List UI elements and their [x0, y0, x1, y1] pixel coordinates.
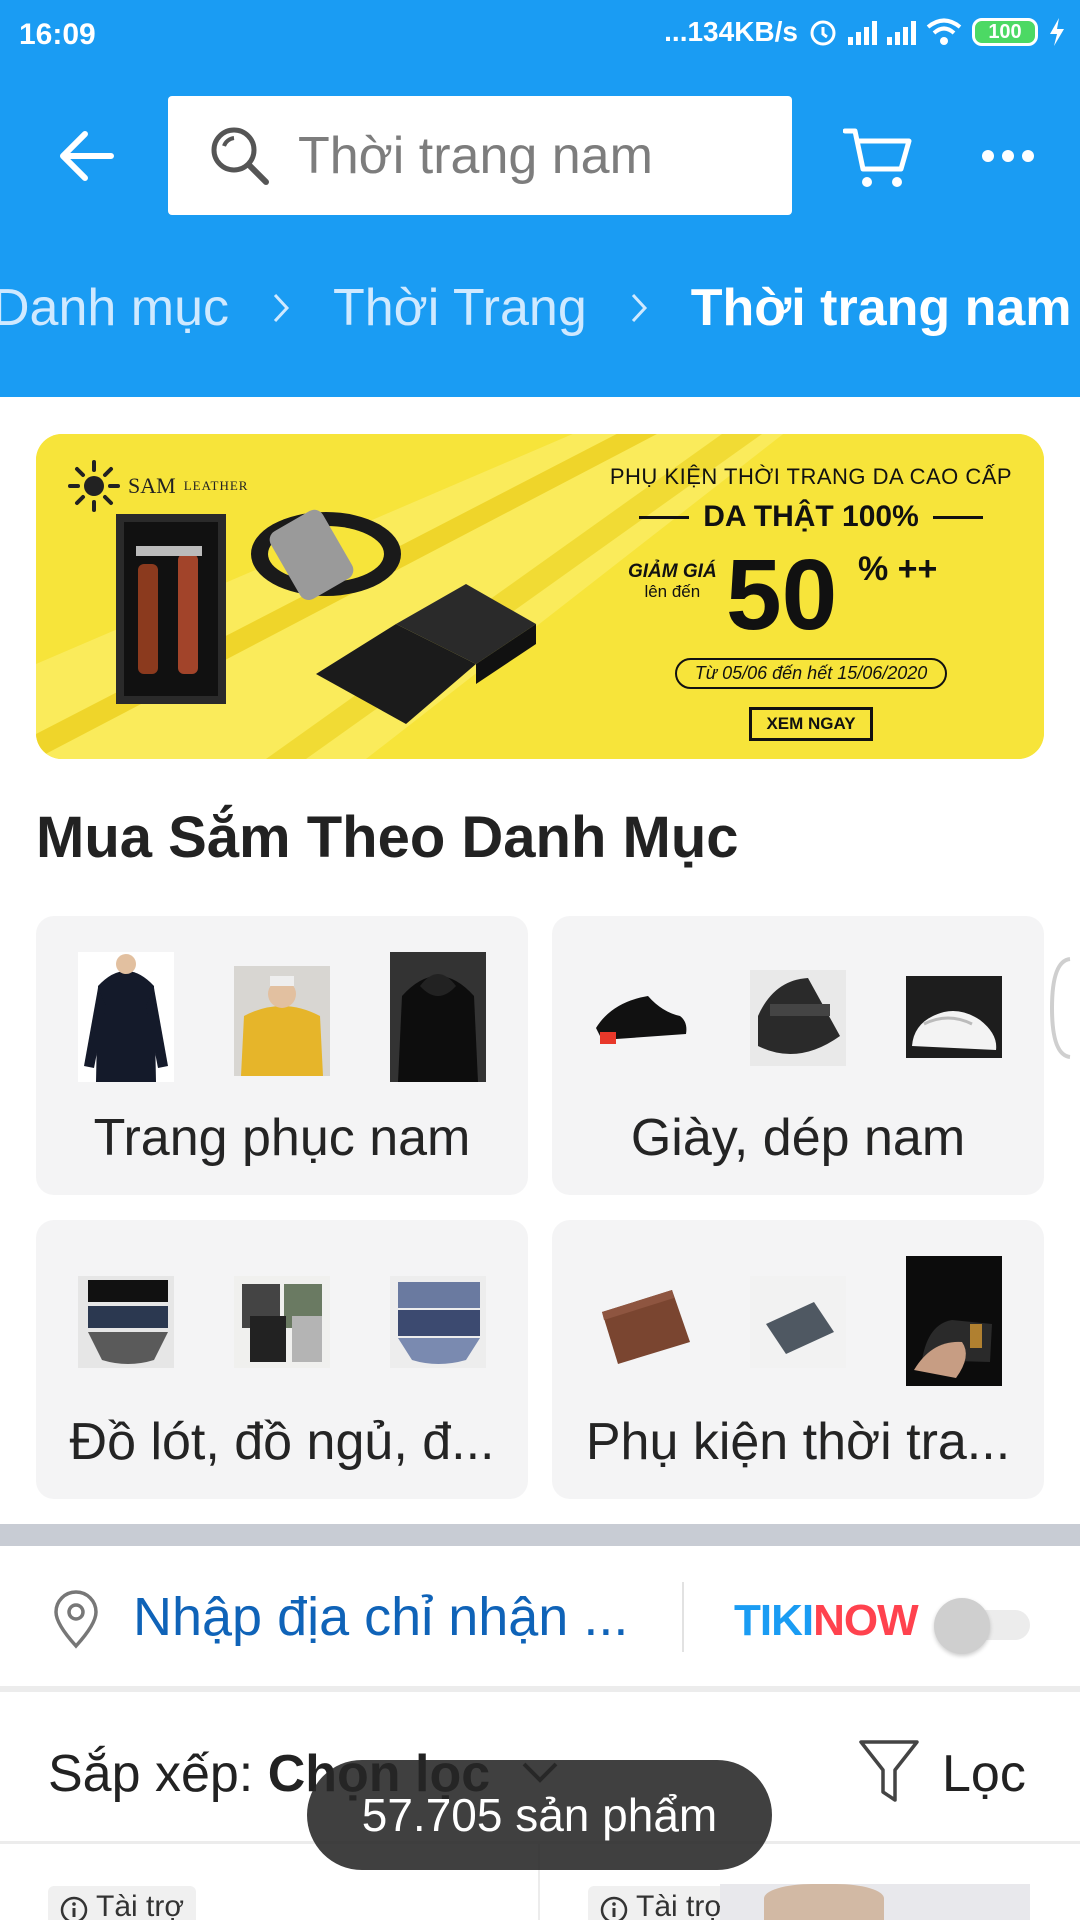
discount-sub: lên đến: [644, 582, 701, 601]
sponsored-badge: Tài trợ: [588, 1886, 737, 1920]
banner-date-range: Từ 05/06 đến hết 15/06/2020: [674, 658, 948, 689]
category-card-do-lot[interactable]: Đồ lót, đồ ngủ, đ...: [36, 1220, 528, 1499]
toggle-knob: [934, 1598, 990, 1654]
underwear-thumbnails: [78, 1276, 486, 1368]
wifi-icon: [926, 18, 962, 45]
breadcrumb-item-danh-muc[interactable]: Danh mục: [0, 278, 229, 338]
info-icon: [60, 1896, 88, 1920]
promo-banner[interactable]: SAM LEATHER PHỤ KIỆN THỜI TRANG DA CAO C…: [36, 434, 1044, 759]
network-speed: ...134KB/s: [664, 16, 798, 47]
chevron-right-icon: [273, 293, 290, 323]
cart-icon[interactable]: [843, 125, 913, 191]
sort-label: Sắp xếp:: [48, 1745, 268, 1803]
breadcrumb-item-thoi-trang[interactable]: Thời Trang: [333, 278, 587, 338]
breadcrumb-item-current: Thời trang nam: [690, 279, 1072, 337]
status-icons: ...134KB/s 100: [664, 16, 1066, 48]
vertical-divider: [682, 1582, 684, 1652]
address-input-link[interactable]: Nhập địa chỉ nhận ...: [133, 1586, 628, 1648]
sun-logo-icon: [68, 460, 120, 512]
category-label: Đồ lót, đồ ngủ, đ...: [69, 1413, 495, 1471]
status-time: 16:09: [19, 18, 96, 51]
battery-icon: 100: [972, 18, 1038, 46]
product-image[interactable]: [720, 1884, 1030, 1920]
categories-title: Mua Sắm Theo Danh Mục: [36, 805, 739, 870]
signal-icon: [887, 19, 916, 45]
sponsored-badge: Tài trợ: [48, 1886, 197, 1920]
back-arrow-icon[interactable]: [55, 128, 115, 184]
address-bar: Nhập địa chỉ nhận ... TIKINOW: [0, 1546, 1080, 1692]
status-bar: 16:09 ...134KB/s 100: [0, 0, 1080, 74]
category-label: Phụ kiện thời tra...: [585, 1413, 1011, 1471]
section-divider: [0, 1524, 1080, 1546]
app-header: 16:09 ...134KB/s 100 Danh mục Thời Tran: [0, 0, 1080, 397]
signal-icon: [848, 19, 877, 45]
filter-icon[interactable]: [858, 1738, 920, 1804]
discount-value: 50: [726, 539, 838, 651]
sponsored-label: Tài trợ: [636, 1890, 725, 1920]
discount-label-wrap: GIẢM GIÁ lên đến: [628, 562, 717, 602]
tikinow-logo: TIKINOW: [734, 1596, 919, 1646]
category-card-giay-dep-nam[interactable]: Giày, dép nam: [552, 916, 1044, 1195]
leather-goods-image: [116, 509, 536, 724]
tikinow-logo-part-tiki: TIKI: [734, 1596, 814, 1645]
discount-suffix: % ++: [858, 550, 938, 588]
banner-discount: GIẢM GIÁ lên đến 50 % ++: [596, 540, 1026, 650]
discount-label: GIẢM GIÁ: [628, 561, 717, 582]
banner-line2: DA THẬT 100%: [703, 500, 919, 533]
shoes-thumbnails: [596, 970, 1002, 1066]
banner-line2-wrap: DA THẬT 100%: [596, 500, 1026, 534]
tikinow-toggle[interactable]: [930, 1594, 1030, 1654]
accessories-thumbnails: [602, 1256, 1002, 1386]
category-label: Trang phục nam: [93, 1109, 471, 1167]
location-pin-icon: [54, 1590, 98, 1649]
breadcrumb: Danh mục Thời Trang Thời trang nam: [0, 278, 1072, 338]
banner-cta-button[interactable]: XEM NGAY: [749, 707, 873, 741]
category-card-trang-phuc-nam[interactable]: Trang phục nam: [36, 916, 528, 1195]
more-icon[interactable]: [981, 148, 1035, 164]
search-input[interactable]: [298, 118, 768, 194]
alarm-icon: [810, 20, 836, 46]
category-card-phu-kien[interactable]: Phụ kiện thời tra...: [552, 1220, 1044, 1499]
banner-line1: PHỤ KIỆN THỜI TRANG DA CAO CẤP: [609, 464, 1013, 489]
product-count-toast: 57.705 sản phẩm: [307, 1760, 772, 1870]
chevron-right-icon: [631, 293, 647, 323]
info-icon: [600, 1896, 628, 1920]
carousel-edge[interactable]: [1048, 955, 1072, 1061]
product-image-figure: [764, 1884, 884, 1920]
menswear-thumbnails: [78, 952, 486, 1082]
search-bar[interactable]: [168, 96, 792, 215]
charging-icon: [1050, 18, 1064, 46]
tikinow-logo-part-now: NOW: [813, 1596, 919, 1645]
search-icon: [211, 127, 269, 185]
sponsored-label: Tài trợ: [96, 1890, 185, 1920]
category-label: Giày, dép nam: [630, 1109, 966, 1167]
filter-button[interactable]: Lọc: [942, 1744, 1026, 1804]
banner-copy: PHỤ KIỆN THỜI TRANG DA CAO CẤP DA THẬT 1…: [596, 464, 1026, 741]
